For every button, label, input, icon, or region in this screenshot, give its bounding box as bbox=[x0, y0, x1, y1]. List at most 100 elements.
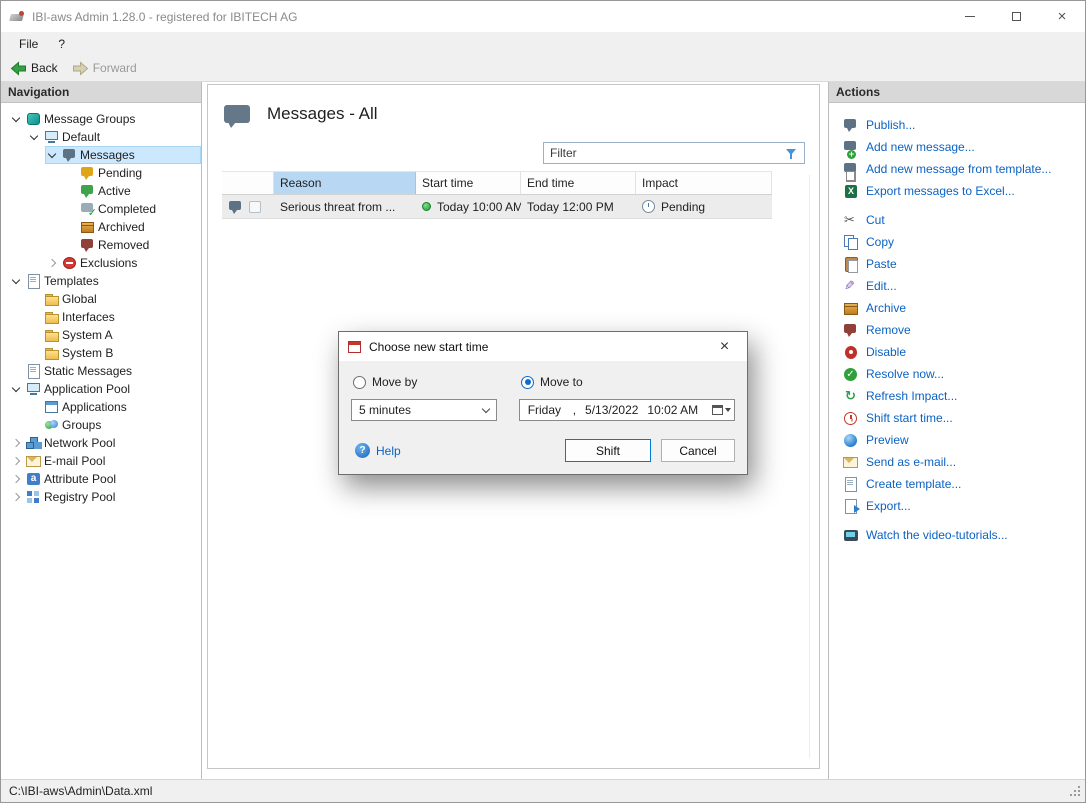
action-add-new-message-from-template[interactable]: Add new message from template... bbox=[843, 158, 1085, 180]
expand-arrow-icon[interactable] bbox=[9, 274, 23, 288]
collapse-arrow-icon[interactable] bbox=[9, 490, 23, 504]
move-to-datetime-picker[interactable]: Friday , 5/13/2022 10:02 AM bbox=[519, 399, 735, 421]
action-edit[interactable]: Edit... bbox=[843, 275, 1085, 297]
dialog-close-button[interactable]: × bbox=[702, 332, 747, 361]
column-header-impact[interactable]: Impact bbox=[636, 172, 772, 194]
tree-item-pending[interactable]: Pending bbox=[1, 164, 201, 182]
action-export[interactable]: Export... bbox=[843, 495, 1085, 517]
tree-item-removed[interactable]: Removed bbox=[1, 236, 201, 254]
action-disable[interactable]: Disable bbox=[843, 341, 1085, 363]
copy-icon bbox=[843, 235, 859, 250]
expand-placeholder bbox=[63, 238, 77, 252]
tree-item-global[interactable]: Global bbox=[1, 290, 201, 308]
collapse-arrow-icon[interactable] bbox=[9, 454, 23, 468]
tree-item-registry-pool[interactable]: Registry Pool bbox=[1, 488, 201, 506]
dialog-calendar-icon bbox=[347, 340, 362, 354]
tree-item-default[interactable]: Default bbox=[1, 128, 201, 146]
datetime-time[interactable]: 10:02 AM bbox=[647, 403, 698, 417]
close-button[interactable]: × bbox=[1039, 1, 1085, 32]
tree-label: Completed bbox=[98, 202, 156, 216]
folder-icon bbox=[44, 346, 59, 360]
action-refresh-impact[interactable]: Refresh Impact... bbox=[843, 385, 1085, 407]
tree-item-messages[interactable]: Messages bbox=[1, 146, 201, 164]
add-message-from-template-icon bbox=[843, 162, 859, 177]
move-to-radio[interactable]: Move to bbox=[521, 375, 583, 389]
action-add-new-message[interactable]: Add new message... bbox=[843, 136, 1085, 158]
filter-icon[interactable] bbox=[785, 147, 798, 160]
collapse-arrow-icon[interactable] bbox=[45, 256, 59, 270]
column-header-reason[interactable]: Reason bbox=[274, 172, 416, 194]
expand-arrow-icon[interactable] bbox=[45, 148, 59, 162]
action-create-template[interactable]: Create template... bbox=[843, 473, 1085, 495]
tree-label: E-mail Pool bbox=[44, 454, 105, 468]
tree-item-interfaces[interactable]: Interfaces bbox=[1, 308, 201, 326]
window-title: IBI-aws Admin 1.28.0 - registered for IB… bbox=[32, 10, 297, 24]
tree-item-groups[interactable]: Groups bbox=[1, 416, 201, 434]
move-by-radio[interactable]: Move by bbox=[353, 375, 521, 389]
tree-item-completed[interactable]: Completed bbox=[1, 200, 201, 218]
move-by-dropdown[interactable]: 5 minutes bbox=[351, 399, 497, 421]
column-header-end-time[interactable]: End time bbox=[521, 172, 636, 194]
tree-item-archived[interactable]: Archived bbox=[1, 218, 201, 236]
back-button[interactable]: Back bbox=[6, 59, 66, 78]
tree-label: System B bbox=[62, 346, 113, 360]
resize-grip[interactable] bbox=[1067, 783, 1083, 799]
tree-item-message-groups[interactable]: Message Groups bbox=[1, 110, 201, 128]
action-preview[interactable]: Preview bbox=[843, 429, 1085, 451]
tree-item-email-pool[interactable]: E-mail Pool bbox=[1, 452, 201, 470]
clock-icon bbox=[642, 200, 655, 213]
cancel-button[interactable]: Cancel bbox=[661, 439, 735, 462]
forward-button[interactable]: Forward bbox=[68, 59, 145, 78]
table-row[interactable]: Serious threat from ... Today 10:00 AM T… bbox=[222, 195, 772, 219]
help-link[interactable]: ? Help bbox=[355, 443, 401, 458]
forward-arrow-icon bbox=[72, 61, 89, 76]
expand-placeholder bbox=[63, 184, 77, 198]
tree-item-system-b[interactable]: System B bbox=[1, 344, 201, 362]
tree-label: Default bbox=[62, 130, 100, 144]
navigation-tree: Message Groups Default Messages Pending … bbox=[1, 103, 201, 506]
controls-row: 5 minutes Friday , 5/13/2022 10:02 AM bbox=[351, 399, 735, 421]
column-header-icon[interactable] bbox=[222, 172, 274, 194]
pending-bubble-icon bbox=[80, 166, 95, 180]
menu-help[interactable]: ? bbox=[48, 34, 75, 54]
messages-title-icon bbox=[224, 105, 250, 123]
action-cut[interactable]: Cut bbox=[843, 209, 1085, 231]
action-export-messages-to-excel[interactable]: Export messages to Excel... bbox=[843, 180, 1085, 202]
action-shift-start-time[interactable]: Shift start time... bbox=[843, 407, 1085, 429]
datetime-day[interactable]: Friday bbox=[528, 403, 564, 417]
expand-arrow-icon[interactable] bbox=[9, 112, 23, 126]
action-copy[interactable]: Copy bbox=[843, 231, 1085, 253]
tree-item-system-a[interactable]: System A bbox=[1, 326, 201, 344]
tree-item-static-messages[interactable]: Static Messages bbox=[1, 362, 201, 380]
action-archive[interactable]: Archive bbox=[843, 297, 1085, 319]
tree-item-application-pool[interactable]: Application Pool bbox=[1, 380, 201, 398]
collapse-arrow-icon[interactable] bbox=[9, 472, 23, 486]
action-send-as-email[interactable]: Send as e-mail... bbox=[843, 451, 1085, 473]
calendar-dropdown-button[interactable] bbox=[712, 405, 734, 415]
tree-item-applications[interactable]: Applications bbox=[1, 398, 201, 416]
action-remove[interactable]: Remove bbox=[843, 319, 1085, 341]
menu-file[interactable]: File bbox=[9, 34, 48, 54]
tree-item-active[interactable]: Active bbox=[1, 182, 201, 200]
action-paste[interactable]: Paste bbox=[843, 253, 1085, 275]
tree-item-exclusions[interactable]: Exclusions bbox=[1, 254, 201, 272]
action-resolve-now[interactable]: Resolve now... bbox=[843, 363, 1085, 385]
shift-button[interactable]: Shift bbox=[565, 439, 651, 462]
expand-arrow-icon[interactable] bbox=[27, 130, 41, 144]
datetime-separator: , bbox=[573, 403, 576, 417]
expand-placeholder bbox=[27, 400, 41, 414]
tree-item-templates[interactable]: Templates bbox=[1, 272, 201, 290]
maximize-button[interactable] bbox=[993, 1, 1039, 32]
filter-input[interactable] bbox=[544, 146, 785, 160]
action-publish[interactable]: Publish... bbox=[843, 114, 1085, 136]
tree-item-attribute-pool[interactable]: Attribute Pool bbox=[1, 470, 201, 488]
collapse-arrow-icon[interactable] bbox=[9, 436, 23, 450]
minimize-button[interactable] bbox=[947, 1, 993, 32]
action-watch-video-tutorials[interactable]: Watch the video-tutorials... bbox=[843, 524, 1085, 546]
menubar: File ? bbox=[1, 32, 1085, 55]
tree-item-network-pool[interactable]: Network Pool bbox=[1, 434, 201, 452]
column-header-start-time[interactable]: Start time bbox=[416, 172, 521, 194]
datetime-date[interactable]: 5/13/2022 bbox=[585, 403, 638, 417]
filter-row bbox=[222, 139, 805, 167]
expand-arrow-icon[interactable] bbox=[9, 382, 23, 396]
